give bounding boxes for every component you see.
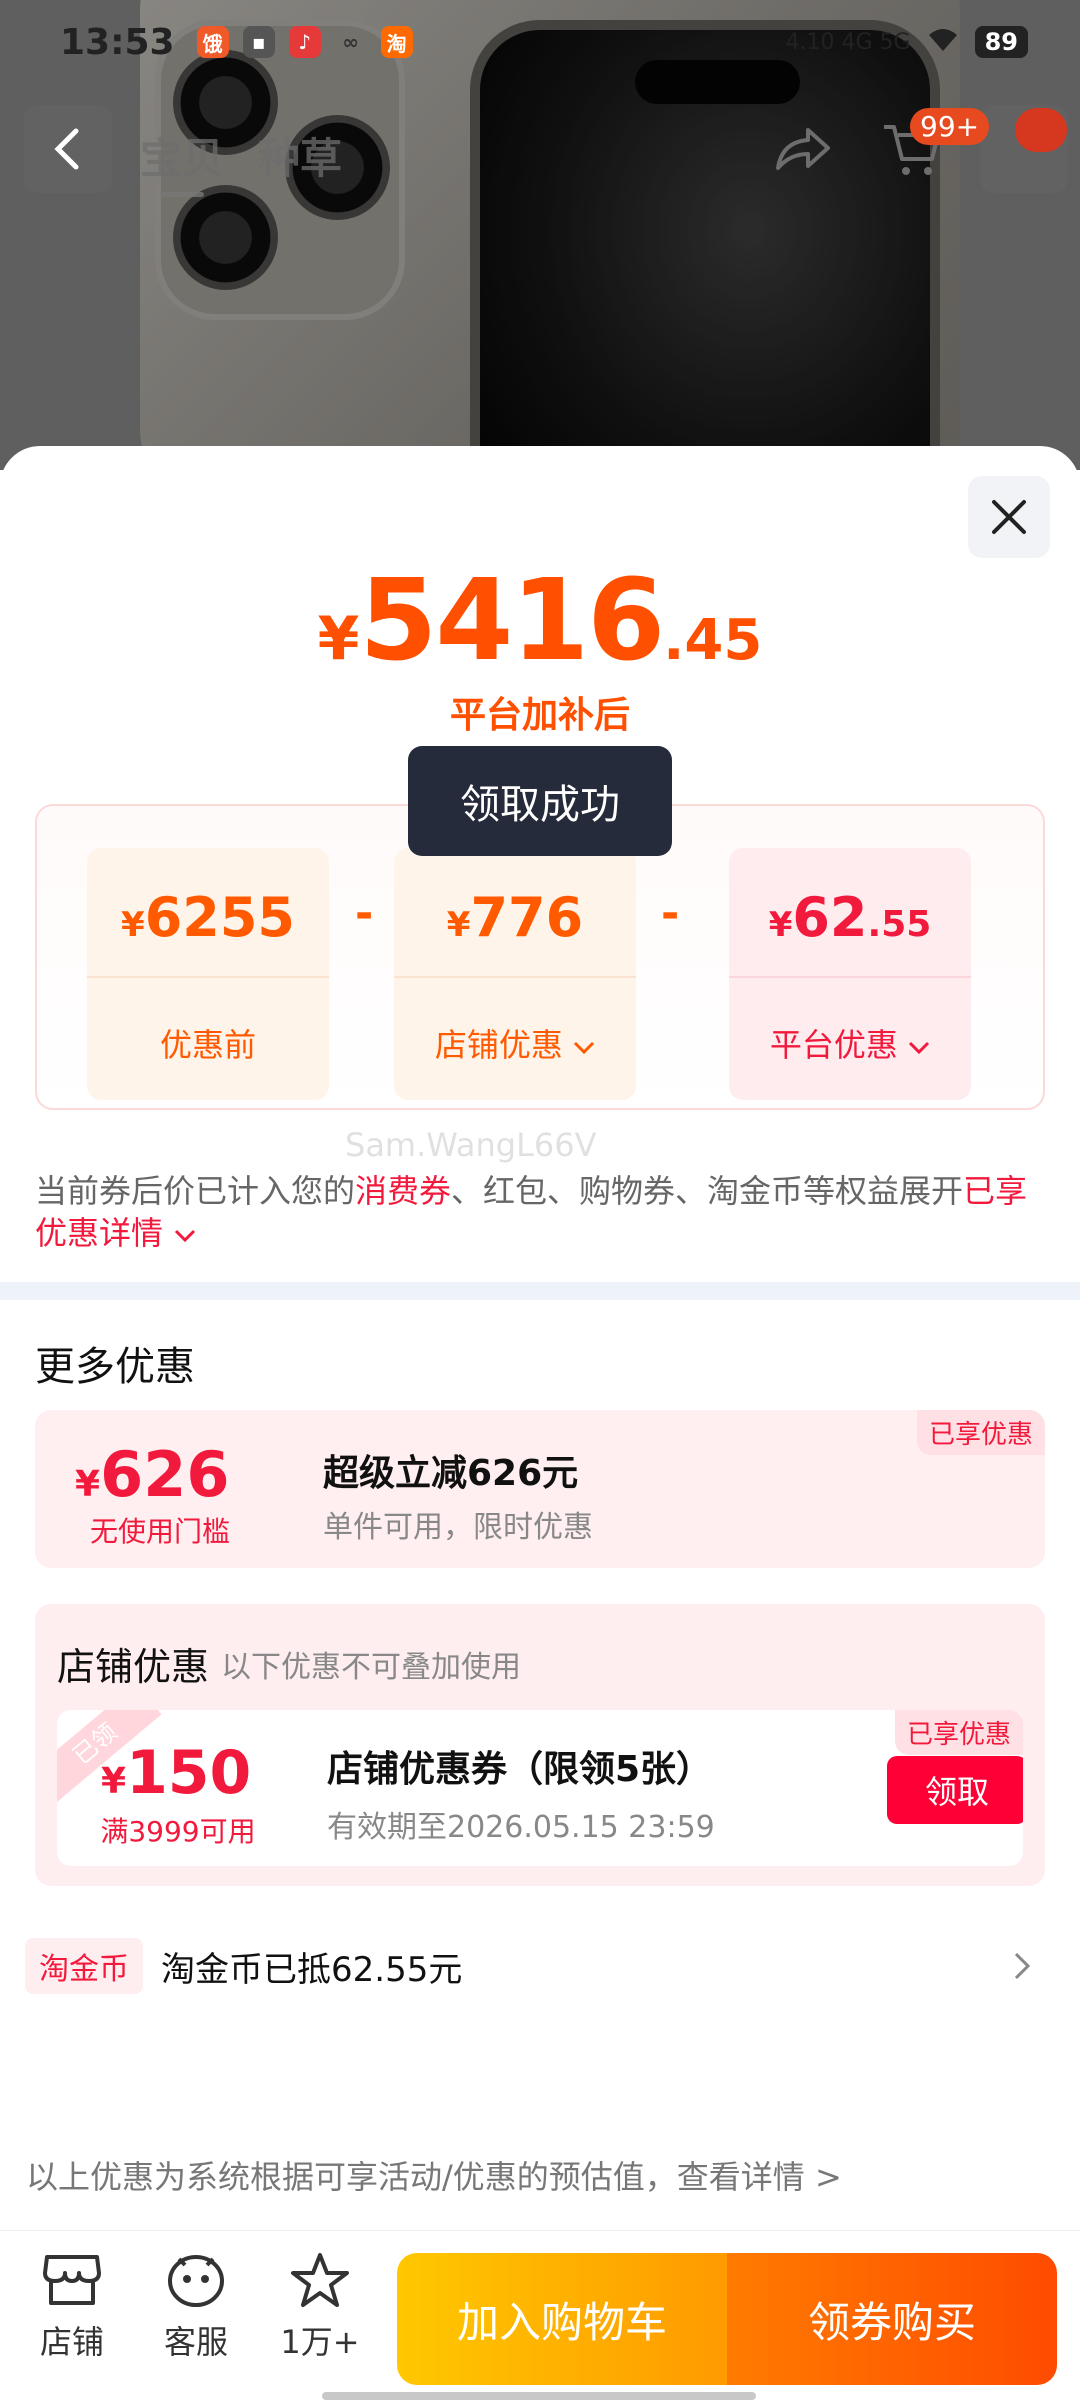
favorite-button[interactable]: 1万+ xyxy=(270,2251,370,2363)
chevron-down-icon xyxy=(909,1041,930,1055)
taojinbi-row[interactable]: 淘金币 淘金币已抵62.55元 xyxy=(25,1936,1055,1996)
super-discount-card[interactable]: ¥626 无使用门槛 超级立减626元 单件可用，限时优惠 已享优惠 xyxy=(35,1410,1045,1568)
share-button[interactable] xyxy=(758,105,846,193)
chevron-left-icon xyxy=(54,128,79,170)
taobao-icon: 淘 xyxy=(380,26,413,58)
super-discount-condition: 无使用门槛 xyxy=(89,1515,230,1548)
close-icon xyxy=(992,500,1026,534)
taojinbi-tag: 淘金币 xyxy=(25,1938,143,1994)
customer-service-icon xyxy=(168,2255,224,2307)
purchase-actions: 加入购物车 领券购买 xyxy=(397,2253,1057,2385)
wifi-icon xyxy=(925,25,961,59)
final-price: ¥5416.45 xyxy=(317,556,763,686)
cart-count-badge: 99+ xyxy=(910,108,990,145)
battery-indicator: 89 xyxy=(974,26,1028,58)
link-icon: ∞ xyxy=(342,30,359,54)
product-tabs: 宝贝 种草 xyxy=(140,125,342,197)
status-bar: 13:53 饿 ▪ ♪ ∞ 淘 4.10 4G 5G 89 xyxy=(0,0,1080,84)
chevron-down-icon xyxy=(175,1229,196,1243)
enjoyed-badge: 已享优惠 xyxy=(894,1710,1023,1755)
add-to-cart-button[interactable]: 加入购物车 xyxy=(397,2253,727,2385)
shop-coupon-condition: 满3999可用 xyxy=(100,1815,256,1848)
claim-coupon-buy-button[interactable]: 领券购买 xyxy=(727,2253,1057,2385)
shop-discount-note: 以下优惠不可叠加使用 xyxy=(221,1650,521,1685)
platform-discount-label: 平台优惠 xyxy=(729,1020,971,1066)
shop-discount-section: 店铺优惠 以下优惠不可叠加使用 已领 ¥150 满3999可用 店铺优惠券（限领… xyxy=(35,1604,1045,1886)
star-icon xyxy=(291,2253,349,2307)
super-discount-subtitle: 单件可用，限时优惠 xyxy=(323,1510,593,1545)
discount-explanation: 当前券后价已计入您的消费券、红包、购物券、淘金币等权益展开已享优惠详情 xyxy=(35,1172,1028,1252)
shop-button[interactable]: 店铺 xyxy=(22,2251,122,2363)
minus-operator: - xyxy=(661,888,680,939)
app-notification-icon: ♪ xyxy=(288,26,321,58)
home-indicator xyxy=(322,2392,756,2400)
notification-icons: 饿 ▪ ♪ ∞ 淘 xyxy=(196,26,413,58)
watermark: Sam.WangL66V xyxy=(345,1126,597,1164)
share-icon xyxy=(776,128,830,170)
original-price-card: ¥6255 优惠前 xyxy=(87,848,329,1100)
shop-coupon-title: 店铺优惠券（限领5张） xyxy=(327,1749,713,1790)
final-price-caption: 平台加补后 xyxy=(449,695,630,736)
minus-operator: - xyxy=(355,888,374,939)
app-notification-icon: ▪ xyxy=(242,26,275,58)
message-badge xyxy=(1015,108,1067,152)
enjoyed-badge: 已享优惠 xyxy=(916,1410,1045,1455)
section-divider xyxy=(0,1282,1080,1300)
chevron-down-icon xyxy=(574,1041,595,1055)
tab-baobei[interactable]: 宝贝 xyxy=(140,125,224,197)
super-discount-title: 超级立减626元 xyxy=(323,1453,579,1494)
network-info: 4.10 4G 5G xyxy=(785,29,911,55)
claim-coupon-button[interactable]: 领取 xyxy=(887,1756,1023,1824)
service-button[interactable]: 客服 xyxy=(146,2251,246,2363)
chevron-right-icon xyxy=(1014,1952,1031,1980)
estimate-footnote[interactable]: 以上优惠为系统根据可享活动/优惠的预估值，查看详情 > xyxy=(26,2152,842,2198)
shop-discount-heading: 店铺优惠 xyxy=(57,1645,210,1689)
price-detail-sheet: ¥5416.45 平台加补后 ¥6255 优惠前 - ¥776 店铺优惠 - ¥… xyxy=(0,446,1080,2408)
success-toast: 领取成功 xyxy=(408,746,672,856)
shop-coupon-card: 已领 ¥150 满3999可用 店铺优惠券（限领5张） 有效期至2026.05.… xyxy=(57,1710,1023,1866)
shop-coupon-validity: 有效期至2026.05.15 23:59 xyxy=(327,1810,715,1845)
shop-icon xyxy=(43,2255,101,2305)
status-time: 13:53 xyxy=(60,21,175,63)
tab-zhongcao[interactable]: 种草 xyxy=(258,125,342,197)
shop-discount-card[interactable]: ¥776 店铺优惠 xyxy=(394,848,636,1100)
platform-discount-card[interactable]: ¥62.55 平台优惠 xyxy=(729,848,971,1100)
status-indicators: 4.10 4G 5G 89 xyxy=(786,25,1028,59)
bottom-action-bar: 店铺 客服 1万+ 加入购物车 领券购买 xyxy=(0,2230,1080,2408)
app-notification-icon: 饿 xyxy=(196,26,229,58)
shop-discount-label: 店铺优惠 xyxy=(394,1020,636,1066)
taojinbi-text: 淘金币已抵62.55元 xyxy=(161,1949,463,1990)
close-button[interactable] xyxy=(968,476,1050,558)
more-discounts-title: 更多优惠 xyxy=(35,1344,195,1390)
original-price-label: 优惠前 xyxy=(159,1026,256,1064)
back-button[interactable] xyxy=(24,105,112,193)
